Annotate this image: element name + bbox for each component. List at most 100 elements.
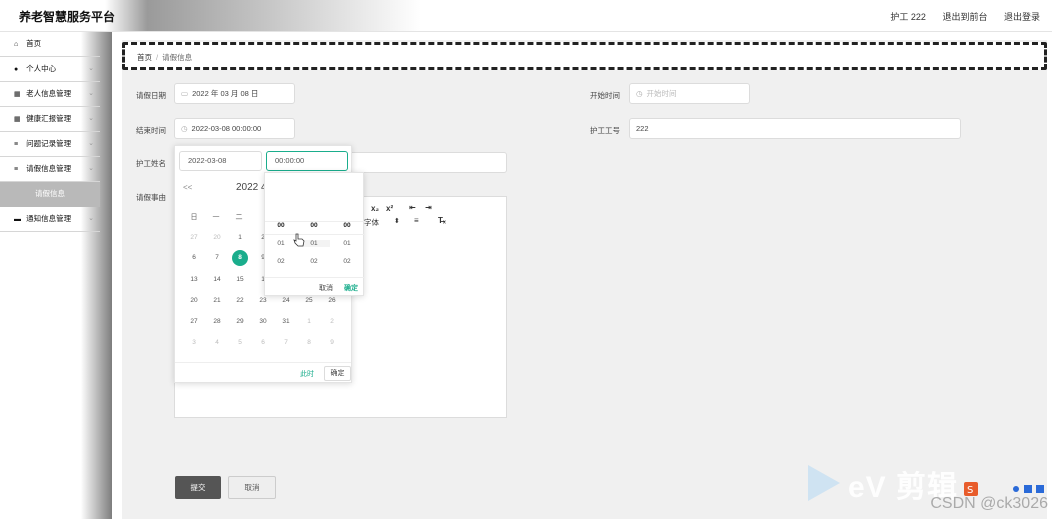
time-cancel-button[interactable]: 取消 <box>319 283 333 293</box>
home-icon: ⌂ <box>14 41 19 48</box>
calendar-day[interactable]: 27 <box>186 314 202 330</box>
calendar-day[interactable]: 8 <box>301 335 317 351</box>
chevron-down-icon: ⌄ <box>88 90 94 97</box>
calendar-icon: ▭ <box>181 89 189 98</box>
calendar-day[interactable]: 6 <box>255 335 271 351</box>
header-actions: 护工 222 退出到前台 退出登录 <box>876 10 1040 23</box>
calendar-day[interactable]: 28 <box>209 314 225 330</box>
calendar-day[interactable]: 27 <box>186 230 202 246</box>
calendar-day[interactable]: 5 <box>232 335 248 351</box>
breadcrumb-home[interactable]: 首页 <box>137 53 152 62</box>
list-icon: ≡ <box>14 141 19 148</box>
picker-time-input[interactable]: 00:00:00 <box>266 151 348 171</box>
breadcrumb-current: 请假信息 <box>162 53 193 62</box>
calendar-day[interactable]: 7 <box>278 335 294 351</box>
grid-icon: ▦ <box>14 91 21 98</box>
reason-label: 请假事由 <box>136 193 166 202</box>
user-icon: ● <box>14 66 19 73</box>
calendar-day[interactable]: 1 <box>232 230 248 246</box>
logout-link[interactable]: 退出登录 <box>1004 12 1040 22</box>
calendar-day[interactable]: 14 <box>209 272 225 288</box>
calendar-day[interactable]: 21 <box>209 293 225 309</box>
second-option[interactable]: 00 <box>331 222 363 229</box>
sidebar-item-home[interactable]: ⌂ 首页 <box>0 32 100 57</box>
sidebar-item-issue-records[interactable]: ≡ 问题记录管理 ⌄ <box>0 132 100 157</box>
weekday-header: 日 <box>190 214 198 221</box>
weekday-header: 二 <box>235 214 243 221</box>
calendar-day[interactable]: 15 <box>232 272 248 288</box>
indent-icon[interactable]: ⇥ <box>425 203 432 212</box>
calendar-day-selected[interactable]: 8 <box>232 250 248 266</box>
font-select[interactable]: 字体 <box>364 217 379 228</box>
prev-year-button[interactable]: << <box>183 183 192 192</box>
year-month-label[interactable]: 2022 4 <box>236 182 267 193</box>
sidebar-item-label: 老人信息管理 <box>26 89 72 98</box>
worker-no-label: 护工工号 <box>590 126 620 135</box>
chevron-updown-icon: ⬍ <box>394 218 400 225</box>
time-footer-divider <box>265 277 365 278</box>
calendar-day[interactable]: 22 <box>232 293 248 309</box>
start-time-placeholder: 开始时间 <box>646 89 677 98</box>
calendar-day[interactable]: 4 <box>209 335 225 351</box>
chevron-down-icon: ⌄ <box>88 115 94 122</box>
calendar-day[interactable]: 2 <box>324 314 340 330</box>
end-time-value: 2022-03-08 00:00:00 <box>191 124 262 133</box>
calendar-day[interactable]: 20 <box>186 293 202 309</box>
superscript-button[interactable]: x² <box>386 204 393 213</box>
top-bar: 养老智慧服务平台 护工 222 退出到前台 退出登录 <box>0 0 1052 32</box>
second-option[interactable]: 02 <box>331 258 363 265</box>
time-confirm-button[interactable]: 确定 <box>344 283 358 293</box>
calendar-day[interactable]: 3 <box>186 335 202 351</box>
start-time-label: 开始时间 <box>590 91 620 100</box>
sidebar-item-label: 请假信息管理 <box>26 164 72 173</box>
chevron-down-icon: ⌄ <box>88 215 94 222</box>
minute-option[interactable]: 02 <box>298 258 330 265</box>
sidebar-item-label: 健康汇报管理 <box>26 114 72 123</box>
submit-button[interactable]: 提交 <box>175 476 221 499</box>
picker-ok-button[interactable]: 确定 <box>324 366 351 381</box>
sidebar-item-leave-management[interactable]: ≡ 请假信息管理 ⌄ <box>0 157 100 182</box>
calendar-day[interactable]: 7 <box>209 250 225 266</box>
weekday-header: 一 <box>212 214 220 221</box>
hand-cursor-icon <box>293 233 305 247</box>
exit-to-front-link[interactable]: 退出到前台 <box>942 12 987 22</box>
outdent-icon[interactable]: ⇤ <box>409 203 416 212</box>
leave-date-field[interactable]: ▭ 2022 年 03 月 08 日 <box>174 83 295 104</box>
sidebar-item-personal-center[interactable]: ● 个人中心 ⌄ <box>0 57 100 82</box>
ime-toolbar-icon: S <box>964 482 1044 496</box>
calendar-day[interactable]: 30 <box>255 314 271 330</box>
breadcrumb-separator: / <box>156 53 159 62</box>
chevron-down-icon: ⌄ <box>88 65 94 72</box>
current-user: 护工 222 <box>890 12 926 22</box>
worker-no-field[interactable]: 222 <box>629 118 961 139</box>
start-time-field[interactable]: ◷ 开始时间 <box>629 83 750 104</box>
calendar-day[interactable]: 31 <box>278 314 294 330</box>
calendar-day[interactable]: 1 <box>301 314 317 330</box>
clear-format-icon[interactable]: T̶ₓ <box>438 216 446 225</box>
calendar-day[interactable]: 29 <box>232 314 248 330</box>
clock-icon: ◷ <box>181 124 188 133</box>
ev-logo-icon <box>808 465 840 501</box>
sidebar-subitem-leave-info[interactable]: 请假信息 <box>0 182 100 207</box>
hour-option[interactable]: 02 <box>265 258 297 265</box>
subscript-button[interactable]: x₂ <box>371 204 379 213</box>
minute-option[interactable]: 00 <box>298 222 330 229</box>
picker-date-input[interactable]: 2022-03-08 <box>179 151 262 171</box>
sidebar-item-notice-management[interactable]: ▬ 通知信息管理 ⌄ <box>0 207 100 232</box>
chevron-down-icon: ⌄ <box>88 140 94 147</box>
grid-icon: ▦ <box>14 116 21 123</box>
second-option[interactable]: 01 <box>331 240 363 247</box>
calendar-day[interactable]: 6 <box>186 250 202 266</box>
calendar-day[interactable]: 9 <box>324 335 340 351</box>
hour-option[interactable]: 00 <box>265 222 297 229</box>
worker-name-label: 护工姓名 <box>136 159 166 168</box>
sidebar-item-elder-info[interactable]: ▦ 老人信息管理 ⌄ <box>0 82 100 107</box>
calendar-day[interactable]: 20 <box>209 230 225 246</box>
cancel-button[interactable]: 取消 <box>228 476 276 499</box>
now-button[interactable]: 此时 <box>300 369 314 379</box>
calendar-day[interactable]: 13 <box>186 272 202 288</box>
end-time-label: 结束时间 <box>136 126 166 135</box>
end-time-field[interactable]: ◷ 2022-03-08 00:00:00 <box>174 118 295 139</box>
align-icon[interactable]: ≡ <box>414 216 419 225</box>
sidebar-item-health-report[interactable]: ▦ 健康汇报管理 ⌄ <box>0 107 100 132</box>
